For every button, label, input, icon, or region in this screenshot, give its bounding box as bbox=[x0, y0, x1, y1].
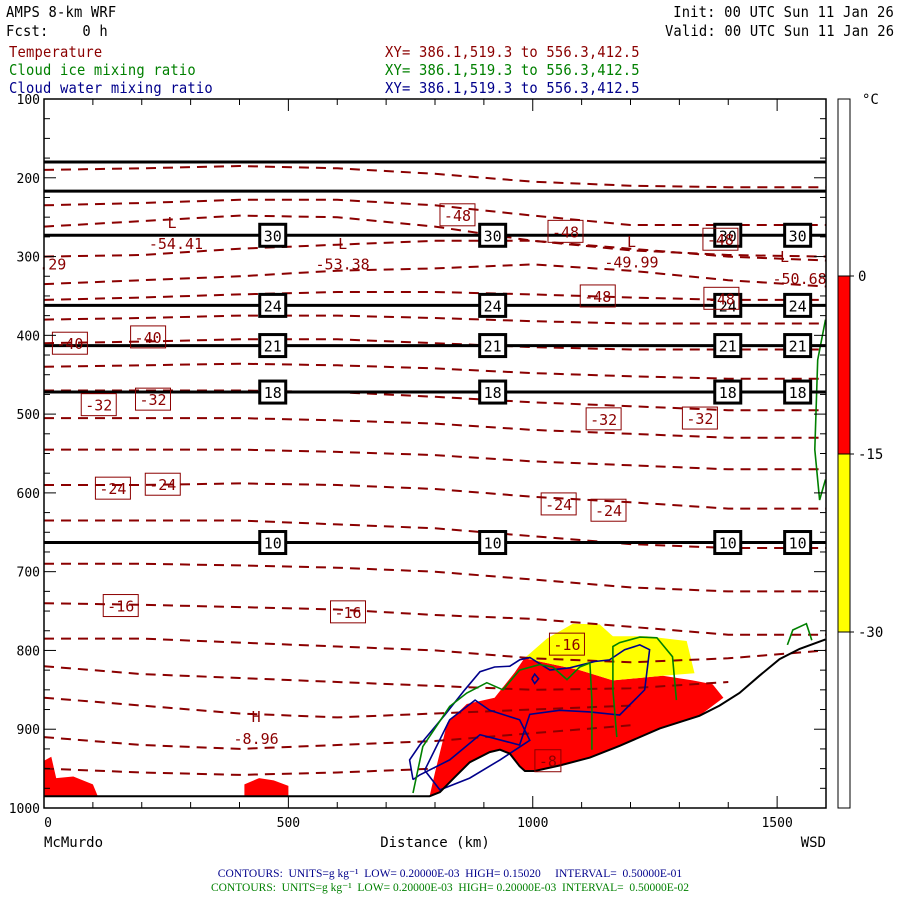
temperature-label: -32 bbox=[590, 411, 617, 429]
x-end-label: WSD bbox=[801, 835, 826, 851]
extremum-value: -53.38 bbox=[316, 256, 370, 274]
isoline-label: 30 bbox=[789, 227, 807, 245]
isoline-label: 10 bbox=[719, 535, 737, 553]
isoline-label: 10 bbox=[264, 535, 282, 553]
colorbar-label: -15 bbox=[858, 447, 883, 463]
colorbar-label: -30 bbox=[858, 625, 883, 641]
y-tick-label: 200 bbox=[17, 172, 40, 187]
x-tick-label: 1500 bbox=[761, 816, 792, 831]
temperature-contour bbox=[44, 263, 826, 288]
isoline-label: 10 bbox=[789, 535, 807, 553]
temperature-label: -16 bbox=[553, 636, 580, 654]
temperature-label: -48 bbox=[584, 288, 611, 306]
low-marker: L bbox=[627, 233, 636, 251]
y-tick-label: 100 bbox=[17, 93, 40, 108]
x-tick-label: 500 bbox=[277, 816, 300, 831]
low-marker: L bbox=[780, 248, 789, 266]
isoline-label: 21 bbox=[484, 338, 502, 356]
colorbar-band bbox=[837, 275, 851, 455]
extremum-value: -54.41 bbox=[149, 235, 203, 253]
isoline-label: 18 bbox=[484, 384, 502, 402]
temperature-label: -16 bbox=[334, 604, 361, 622]
isoline-label: 21 bbox=[789, 338, 807, 356]
temp-fill-red bbox=[44, 756, 98, 797]
isoline-label: 18 bbox=[719, 384, 737, 402]
isoline-label: 10 bbox=[484, 535, 502, 553]
isoline-label: 24 bbox=[484, 297, 502, 315]
low-marker: L bbox=[338, 235, 347, 253]
temperature-contour bbox=[44, 362, 826, 380]
y-tick-label: 300 bbox=[17, 251, 40, 266]
isoline-label: 24 bbox=[789, 297, 807, 315]
temperature-label: -24 bbox=[545, 496, 572, 514]
temperature-contour bbox=[44, 198, 826, 226]
colorbar-label: 0 bbox=[858, 269, 866, 285]
y-tick-label: 600 bbox=[17, 487, 40, 502]
temperature-label: -48 bbox=[708, 290, 735, 308]
colorbar-unit: °C bbox=[862, 92, 879, 108]
colorbar-band bbox=[837, 453, 851, 633]
isoline-label: 30 bbox=[264, 227, 282, 245]
high-marker: H bbox=[252, 708, 261, 726]
y-tick-label: 800 bbox=[17, 644, 40, 659]
temperature-contour bbox=[44, 448, 826, 471]
extremum-value: -50.68 bbox=[773, 270, 827, 288]
isoline-label: 21 bbox=[264, 338, 282, 356]
y-tick-label: 500 bbox=[17, 408, 40, 423]
temperature-label: -40 bbox=[135, 329, 162, 347]
temperature-label: -16 bbox=[107, 598, 134, 616]
footer-cloud-water-contours: CONTOURS: UNITS=g kg⁻¹ LOW= 0.20000E-03 … bbox=[217, 868, 683, 880]
isoline-label: 18 bbox=[264, 384, 282, 402]
temperature-label: -24 bbox=[149, 476, 176, 494]
extremum-value: -49.99 bbox=[604, 253, 658, 271]
temperature-label: -48 bbox=[552, 223, 579, 241]
isoline-label: 24 bbox=[264, 297, 282, 315]
x-tick-label: 0 bbox=[44, 816, 52, 831]
temperature-label: -48 bbox=[707, 231, 734, 249]
temperature-label: -32 bbox=[139, 391, 166, 409]
temperature-contour bbox=[44, 767, 436, 776]
low-marker: L bbox=[168, 214, 177, 232]
cross-section-chart: 30 30 30 3024 24 24 2421 21 21 2118 18 18 1810 10 10 10… bbox=[9, 92, 884, 851]
extremum-value: -8.96 bbox=[234, 730, 279, 748]
temperature-label: -32 bbox=[85, 397, 112, 415]
temperature-label: -8 bbox=[539, 753, 557, 771]
x-start-label: McMurdo bbox=[44, 835, 103, 851]
terrain-line bbox=[44, 638, 826, 798]
y-tick-label: 900 bbox=[17, 723, 40, 738]
y-tick-label: 400 bbox=[17, 329, 40, 344]
y-tick-label: 1000 bbox=[9, 802, 40, 817]
isoline-label: 21 bbox=[719, 338, 737, 356]
temperature-contour bbox=[44, 602, 826, 636]
temperature-contour bbox=[44, 562, 826, 593]
temperature-contour bbox=[44, 314, 826, 325]
isoline-label: 18 bbox=[789, 384, 807, 402]
y-tick-label: 700 bbox=[17, 566, 40, 581]
temperature-label: -32 bbox=[686, 410, 713, 428]
temperature-label: -48 bbox=[444, 207, 471, 225]
isoline-label: 30 bbox=[484, 227, 502, 245]
temperature-contour bbox=[44, 164, 826, 189]
footer-cloud-ice-contours: CONTOURS: UNITS=g kg⁻¹ LOW= 0.20000E-03 … bbox=[210, 882, 690, 894]
temperature-label: -24 bbox=[99, 480, 126, 498]
x-axis-title: Distance (km) bbox=[380, 835, 490, 851]
x-tick-label: 1000 bbox=[517, 816, 548, 831]
temperature-label: -24 bbox=[595, 502, 622, 520]
temperature-label: -40 bbox=[56, 335, 83, 353]
temperature-contour bbox=[44, 637, 826, 664]
temp-fill-red bbox=[244, 778, 289, 797]
